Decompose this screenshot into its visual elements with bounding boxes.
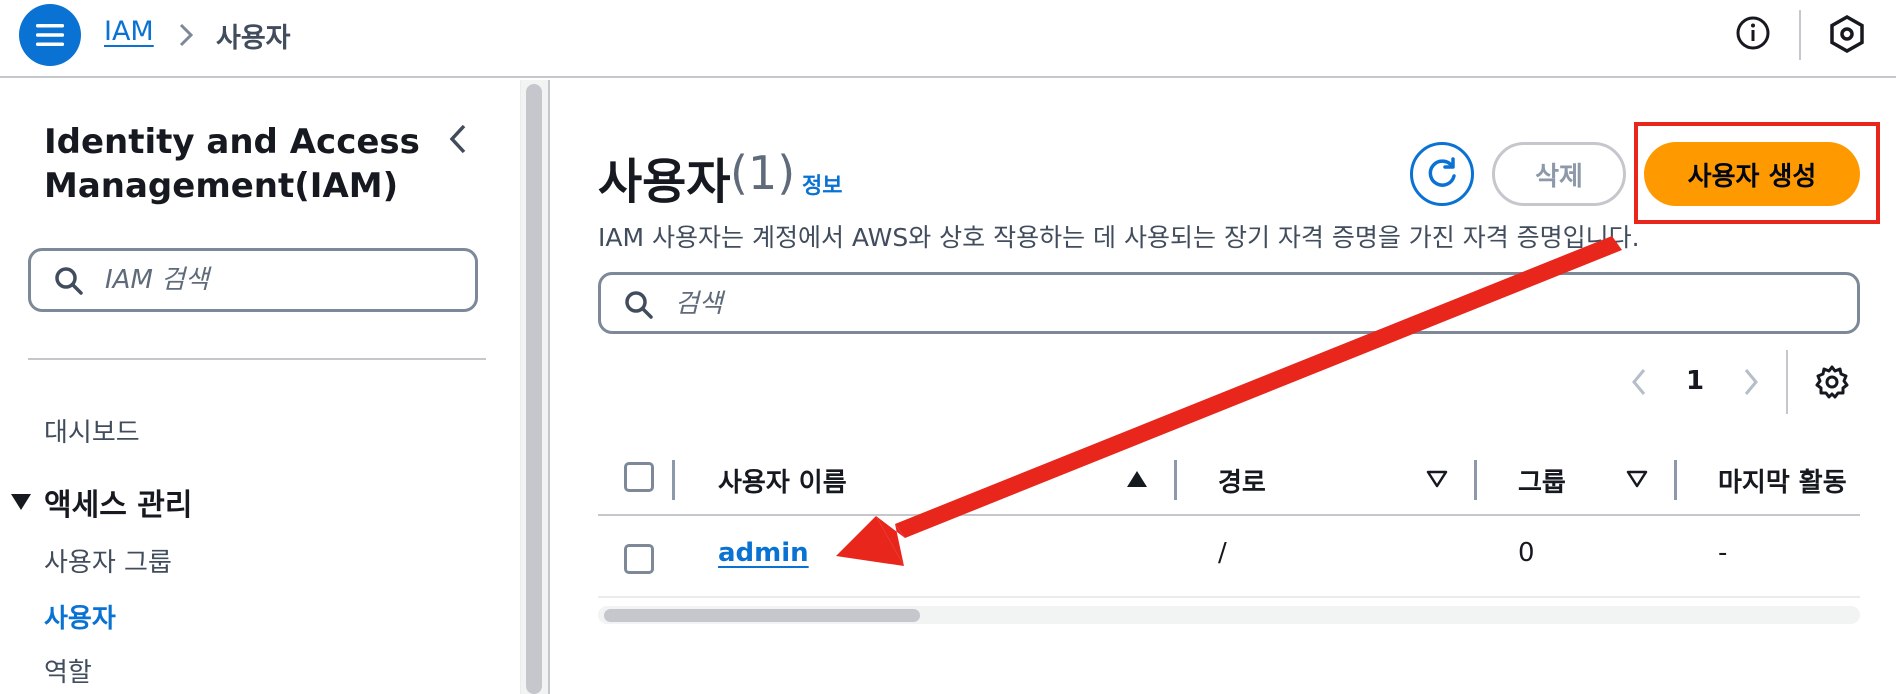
refresh-icon (1428, 157, 1456, 187)
menu-icon (36, 24, 64, 46)
chevron-right-icon[interactable] (1740, 366, 1762, 398)
sidebar-item-users[interactable]: 사용자 (44, 598, 116, 635)
table-header-row: 사용자 이름 경로 그룹 마지막 활동 (598, 446, 1860, 516)
sidebar-title[interactable]: Identity and Access Management(IAM) (44, 120, 424, 208)
column-divider[interactable] (1474, 460, 1477, 500)
hexagon-settings-icon[interactable] (1828, 14, 1866, 54)
info-icon[interactable] (1735, 15, 1771, 51)
column-header-username[interactable]: 사용자 이름 (718, 462, 847, 499)
user-count: (1) (730, 146, 796, 200)
annotation-highlight-box (1634, 122, 1880, 224)
breadcrumb-iam-link[interactable]: IAM (104, 16, 154, 47)
chevron-left-icon[interactable] (1628, 366, 1650, 398)
sidebar-item-roles[interactable]: 역할 (44, 652, 92, 689)
chevron-right-icon (179, 23, 194, 47)
sidebar-border (548, 80, 550, 694)
sidebar-section-access-management[interactable]: 액세스 관리 (10, 480, 192, 524)
user-search-input[interactable] (675, 285, 1775, 323)
search-icon (625, 291, 653, 319)
column-divider[interactable] (1174, 460, 1177, 500)
sidebar-section-label: 액세스 관리 (44, 488, 193, 523)
pagination-divider (1786, 350, 1788, 414)
search-icon (55, 267, 83, 295)
row-checkbox[interactable] (624, 544, 654, 574)
table-scrollbar-thumb[interactable] (604, 609, 920, 622)
delete-button[interactable]: 삭제 (1492, 142, 1626, 206)
sidebar-scrollbar-thumb[interactable] (526, 84, 542, 694)
top-navigation-bar: IAM 사용자 (0, 0, 1896, 78)
column-header-path[interactable]: 경로 (1218, 462, 1266, 499)
sidebar-item-user-groups[interactable]: 사용자 그룹 (44, 542, 172, 579)
gear-icon[interactable] (1814, 364, 1850, 400)
page-title: 사용자 (598, 154, 731, 210)
sidebar-search-field[interactable] (28, 248, 478, 312)
info-link[interactable]: 정보 (802, 168, 842, 200)
table-row[interactable]: admin / 0 - (598, 518, 1860, 598)
column-divider (672, 460, 675, 500)
breadcrumb-current: 사용자 (216, 23, 291, 54)
side-navigation: Identity and Access Management(IAM) 대시보드… (0, 80, 520, 694)
refresh-button[interactable] (1410, 142, 1474, 206)
cell-groups: 0 (1518, 538, 1535, 568)
cell-path: / (1218, 538, 1227, 568)
sidebar-search-input[interactable] (105, 261, 445, 299)
cell-last-activity: - (1718, 538, 1728, 568)
username-link[interactable]: admin (718, 538, 809, 568)
top-divider (1799, 10, 1801, 60)
select-all-checkbox[interactable] (624, 462, 654, 492)
column-header-groups[interactable]: 그룹 (1518, 462, 1566, 499)
page-description: IAM 사용자는 계정에서 AWS와 상호 작용하는 데 사용되는 장기 자격 … (598, 223, 1640, 252)
sidebar-item-dashboard[interactable]: 대시보드 (44, 412, 140, 449)
chevron-left-icon[interactable] (446, 122, 470, 156)
user-search-field[interactable] (598, 272, 1860, 334)
menu-button[interactable] (19, 4, 81, 66)
pagination-current-page[interactable]: 1 (1686, 366, 1704, 396)
column-header-last-activity[interactable]: 마지막 활동 (1718, 462, 1847, 499)
column-divider[interactable] (1674, 460, 1677, 500)
sidebar-divider (28, 358, 486, 360)
sort-desc-icon[interactable] (1426, 470, 1448, 488)
caret-down-icon (11, 494, 31, 510)
sort-asc-icon[interactable] (1126, 470, 1148, 488)
sort-desc-icon[interactable] (1626, 470, 1648, 488)
